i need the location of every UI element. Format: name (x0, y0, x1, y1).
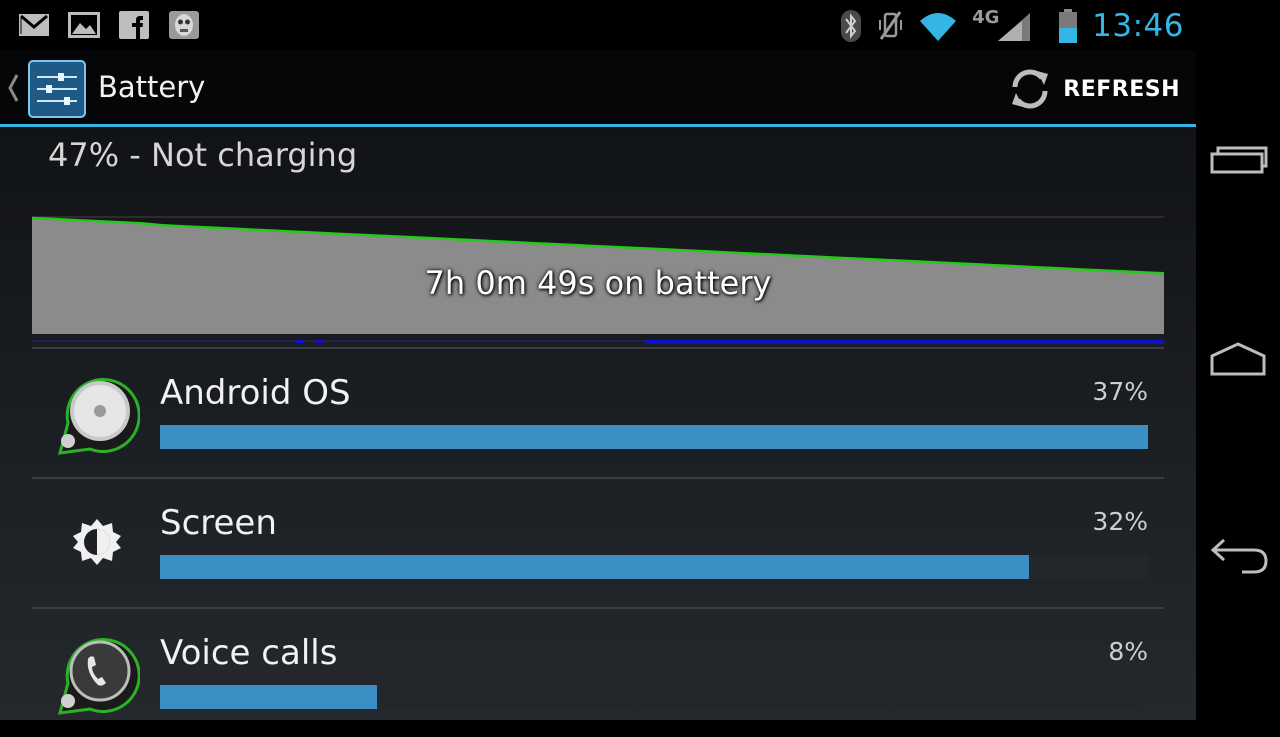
settings-app-icon[interactable] (28, 60, 86, 118)
page-title: Battery (98, 70, 206, 104)
phone-icon (57, 638, 140, 715)
gmail-icon (19, 14, 49, 36)
graph-label: 7h 0m 49s on battery (424, 264, 772, 302)
vibrate-off-icon (879, 11, 903, 40)
usage-bar-track (160, 425, 1148, 449)
brightness-icon (73, 519, 121, 565)
usage-bar-fill (160, 555, 1030, 579)
system-icons: 4G 13:46 (840, 7, 1184, 44)
app-icon (169, 11, 199, 39)
battery-history-graph[interactable]: 7h 0m 49s on battery (31, 216, 1165, 348)
usage-percent: 32% (1092, 507, 1148, 536)
usage-name: Screen (160, 503, 277, 543)
battery-icon (1059, 9, 1078, 43)
gallery-icon (68, 12, 100, 38)
usage-row-screen[interactable]: Screen 32% (32, 479, 1164, 607)
usage-bar-track (160, 555, 1148, 579)
navigation-bar (1196, 0, 1280, 720)
status-bar: 4G 13:46 (0, 0, 1196, 50)
signal-icon (998, 13, 1031, 41)
signal-strip-segment (646, 340, 1164, 344)
refresh-icon (1012, 69, 1049, 109)
usage-percent: 37% (1092, 377, 1148, 406)
usage-name: Android OS (160, 373, 351, 413)
usage-row-voice-calls[interactable]: Voice calls 8% (32, 609, 1164, 737)
usage-bar-track (160, 685, 1148, 709)
bluetooth-icon (841, 10, 862, 42)
charge-status: 47% - Not charging (48, 136, 358, 174)
usage-bar-fill (160, 425, 1148, 449)
signal-strip-segment (296, 340, 304, 343)
refresh-label: REFRESH (1063, 76, 1180, 102)
refresh-button[interactable]: REFRESH (1007, 64, 1180, 114)
wifi-icon (920, 13, 957, 41)
back-icon[interactable] (1208, 536, 1268, 576)
usage-name: Voice calls (160, 633, 338, 673)
usage-percent: 8% (1108, 637, 1148, 666)
home-icon[interactable] (1208, 338, 1268, 378)
android-os-icon (57, 378, 140, 455)
up-caret-icon[interactable] (6, 72, 20, 104)
usage-row-android-os[interactable]: Android OS 37% (32, 349, 1164, 477)
mobile-network-indicator: 4G (972, 7, 1044, 43)
battery-screen: Battery REFRESH 47% - Not charging 7h 0m… (0, 50, 1196, 720)
signal-strip-segment (316, 340, 324, 343)
clock: 13:46 (1092, 8, 1184, 44)
notification-icons (18, 10, 200, 40)
recent-apps-icon[interactable] (1208, 140, 1268, 180)
action-bar: Battery REFRESH (0, 50, 1196, 127)
facebook-icon (119, 11, 149, 39)
usage-bar-fill (160, 685, 378, 709)
